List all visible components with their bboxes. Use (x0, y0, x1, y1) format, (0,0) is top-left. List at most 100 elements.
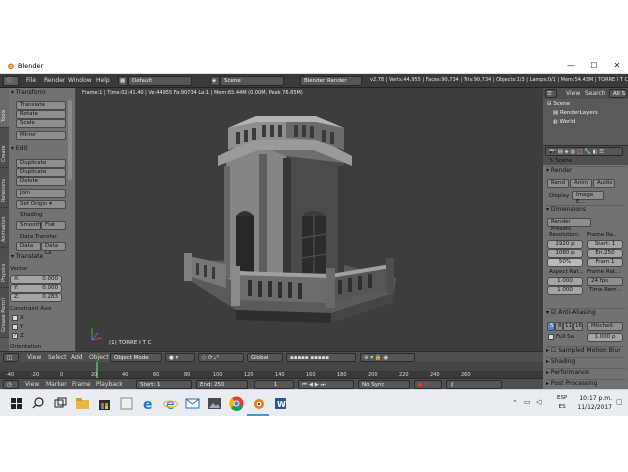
record-button[interactable]: ● ▾ (414, 380, 442, 389)
tab-grease-pencil[interactable]: Grease Pencil (0, 288, 9, 338)
layer-buttons[interactable]: ▪▪▪▪▪ ▪▪▪▪▪ (286, 353, 356, 362)
editor-type-icon[interactable]: ⓘ (3, 76, 19, 86)
duplicate-button[interactable]: Duplicate (16, 159, 66, 168)
dimensions-section-header[interactable]: ▾ Dimensions (546, 205, 626, 215)
aa-samples-11[interactable]: 11 (563, 322, 573, 331)
constraint-y-checkbox[interactable] (12, 324, 18, 330)
duplicate-linked-button[interactable]: Duplicate Linked (16, 168, 66, 182)
chrome-icon[interactable] (228, 395, 245, 412)
render-animation-button[interactable]: Anim (570, 179, 592, 188)
word-icon[interactable]: W (272, 395, 289, 412)
internet-explorer-icon[interactable]: e (162, 395, 179, 412)
sync-dropdown[interactable]: No Sync (358, 380, 410, 389)
outliner-editor-icon[interactable]: ☰ (545, 89, 557, 98)
start-frame-field[interactable]: Start: 1 (136, 380, 192, 389)
motion-blur-section-header[interactable]: ▸ ☐ Sampled Motion Blur (546, 346, 626, 356)
menu-select[interactable]: Select (48, 354, 67, 361)
outliner-menu-search[interactable]: Search (585, 90, 606, 97)
snap-render-icons[interactable]: ⊕ ▾ 🔒 ◉ (360, 353, 415, 362)
pivot-tools-icons[interactable]: ◇ ⟳ ⤢ (198, 353, 244, 362)
close-button[interactable]: ✕ (606, 60, 628, 72)
frame-rate-dropdown[interactable]: 24 fps (587, 277, 623, 286)
constraint-z-checkbox[interactable]: ✓ (12, 333, 18, 339)
app-icon[interactable] (118, 395, 135, 412)
edit-panel-header[interactable]: ▾ Edit (11, 145, 73, 154)
photos-icon[interactable] (206, 395, 223, 412)
notifications-icon[interactable]: ▢ (616, 398, 623, 406)
scene-icon[interactable]: ◈ (210, 76, 220, 86)
mode-dropdown[interactable]: Object Mode (110, 353, 162, 362)
menu-object[interactable]: Object (89, 354, 109, 361)
timeline-menu-playback[interactable]: Playback (96, 381, 123, 388)
smooth-button[interactable]: Smooth (16, 221, 41, 230)
translate-panel-header[interactable]: ▾ Translate (11, 253, 73, 262)
input-language-indicator[interactable]: ESP ES (557, 394, 567, 412)
resolution-y-field[interactable]: 1080 p (547, 249, 583, 258)
properties-context-tabs[interactable]: 📷 ▤ ◈ ◍ ▢ 🔧 ◐ ☰ (545, 147, 623, 156)
minimize-button[interactable]: — (560, 60, 582, 72)
display-dropdown[interactable]: Image E... (572, 191, 604, 205)
search-icon[interactable] (30, 395, 47, 412)
viewport-shading-dropdown[interactable]: ● ▾ (165, 353, 195, 362)
data-layout-button[interactable]: Data La (41, 242, 66, 256)
menu-render[interactable]: Render (44, 77, 65, 84)
maximize-button[interactable]: ☐ (583, 60, 605, 72)
menu-file[interactable]: File (26, 77, 36, 84)
taskbar-clock[interactable]: 10:17 p.m. 11/12/2017 (572, 394, 612, 412)
data-button[interactable]: Data (16, 242, 41, 251)
delete-button[interactable]: Delete (16, 177, 66, 186)
outliner-filter-dropdown[interactable]: All S (609, 89, 627, 98)
anti-aliasing-section-header[interactable]: ▾ ☑ Anti-Aliasing (546, 308, 626, 318)
constraint-x-checkbox[interactable] (12, 315, 18, 321)
vector-z-field[interactable]: Z: 0.283 (10, 293, 62, 302)
tab-animation[interactable]: Animation (0, 208, 9, 248)
orientation-dropdown[interactable]: Global (247, 353, 283, 362)
resolution-x-field[interactable]: 1920 p (547, 240, 583, 249)
post-processing-section-header[interactable]: ▸ Post Processing (546, 379, 626, 389)
outliner-row-world[interactable]: ◍ World (553, 119, 575, 125)
performance-section-header[interactable]: ▸ Performance (546, 368, 626, 378)
render-presets-dropdown[interactable]: Render Presets (547, 218, 591, 232)
frame-step-field[interactable]: Fram 1 (587, 258, 623, 267)
aa-samples-5[interactable]: 5 (547, 322, 555, 331)
tab-tools[interactable]: Tools (0, 88, 9, 128)
full-sample-checkbox[interactable] (548, 334, 554, 340)
menu-add[interactable]: Add (71, 354, 83, 361)
layout-dropdown[interactable]: Default (128, 76, 192, 86)
mirror-button[interactable]: Mirror (16, 131, 66, 140)
resolution-percentage-field[interactable]: 50% (547, 258, 583, 267)
outliner-row-renderlayers[interactable]: ▤ RenderLayers (553, 110, 598, 116)
store-icon[interactable] (96, 395, 113, 412)
file-explorer-icon[interactable] (74, 395, 91, 412)
shading-section-header[interactable]: ▸ Shading (546, 357, 626, 367)
timeline-editor-type-icon[interactable]: ◷ (3, 380, 19, 389)
frame-start-field[interactable]: Start: 1 (587, 240, 623, 249)
rotate-button[interactable]: Rotate (16, 110, 66, 119)
end-frame-field[interactable]: End: 250 (196, 380, 248, 389)
show-hidden-icons-icon[interactable]: ⌃ (512, 399, 518, 407)
render-section-header[interactable]: ▾ Render (546, 166, 626, 176)
timeline-menu-marker[interactable]: Marker (46, 381, 67, 388)
volume-icon[interactable]: ◁ (536, 398, 541, 406)
flat-button[interactable]: Flat (41, 221, 66, 230)
vector-x-field[interactable]: X: 0.000 (10, 275, 62, 284)
timeline-menu-view[interactable]: View (25, 381, 39, 388)
playback-controls[interactable]: ⏮ ◀ ▶ ⏭ (298, 380, 354, 389)
scene-dropdown[interactable]: Scene (220, 76, 284, 86)
set-origin-dropdown[interactable]: Set Origin ▾ (16, 200, 66, 209)
translate-button[interactable]: Translate (16, 101, 66, 110)
task-view-icon[interactable] (52, 395, 69, 412)
current-frame-field[interactable]: 1 (254, 380, 294, 389)
outliner-row-scene[interactable]: ⊟ Scene (547, 101, 570, 107)
vector-y-field[interactable]: Y: 0.000 (10, 284, 62, 293)
aa-samples-16[interactable]: 16 (573, 322, 583, 331)
3d-editor-type-icon[interactable]: ◫ (3, 353, 19, 362)
aa-samples-8[interactable]: 8 (555, 322, 563, 331)
mail-icon[interactable] (184, 395, 201, 412)
outliner-menu-view[interactable]: View (566, 90, 580, 97)
aspect-x-field[interactable]: 1.000 (547, 277, 583, 286)
timeline[interactable]: -40 -20 0 20 40 60 80 100 120 140 160 18… (0, 362, 543, 378)
windows-start-icon[interactable] (8, 395, 25, 412)
aspect-y-field[interactable]: 1.000 (547, 286, 583, 295)
3d-viewport[interactable]: Frame:1 | Time:02:41.40 | Ve:44955 Fa:90… (76, 88, 543, 351)
